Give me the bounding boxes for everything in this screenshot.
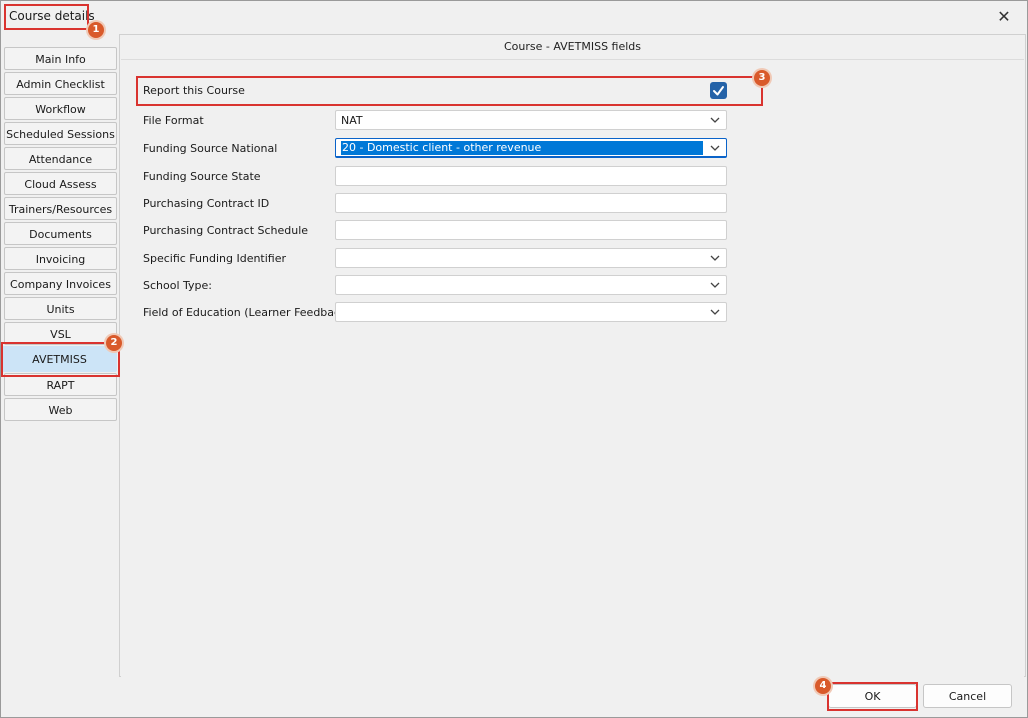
sidebar-item-main-info[interactable]: Main Info — [4, 47, 117, 70]
funding-source-national-value: 20 - Domestic client - other revenue — [342, 141, 542, 154]
sidebar-item-cloud-assess[interactable]: Cloud Assess — [4, 172, 117, 195]
file-format-dropdown[interactable]: NAT — [335, 110, 727, 130]
file-format-label: File Format — [143, 114, 204, 127]
sidebar-item-vsl[interactable]: VSL — [4, 322, 117, 345]
sidebar-item-units[interactable]: Units — [4, 297, 117, 320]
ok-button[interactable]: OK — [828, 684, 917, 708]
funding-source-state-label: Funding Source State — [143, 170, 261, 183]
sidebar-item-attendance[interactable]: Attendance — [4, 147, 117, 170]
cancel-button[interactable]: Cancel — [923, 684, 1012, 708]
file-format-value: NAT — [341, 114, 363, 127]
sidebar-item-admin-checklist[interactable]: Admin Checklist — [4, 72, 117, 95]
chevron-down-icon — [710, 282, 720, 288]
check-icon — [713, 86, 724, 96]
funding-source-national-label: Funding Source National — [143, 142, 278, 155]
funding-source-state-field[interactable] — [335, 166, 727, 186]
callout-badge-1: 1 — [88, 22, 104, 38]
report-course-label: Report this Course — [143, 84, 245, 97]
sidebar-item-scheduled-sessions[interactable]: Scheduled Sessions — [4, 122, 117, 145]
funding-source-national-dropdown[interactable]: 20 - Domestic client - other revenue — [335, 138, 727, 158]
specific-funding-identifier-dropdown[interactable] — [335, 248, 727, 268]
purchasing-contract-id-label: Purchasing Contract ID — [143, 197, 270, 210]
school-type-dropdown[interactable] — [335, 275, 727, 295]
callout-badge-3: 3 — [754, 70, 770, 86]
field-of-education-label: Field of Education (Learner Feedback) — [143, 306, 351, 319]
sidebar-item-trainers-resources[interactable]: Trainers/Resources — [4, 197, 117, 220]
sidebar-item-rapt[interactable]: RAPT — [4, 373, 117, 396]
specific-funding-identifier-label: Specific Funding Identifier — [143, 252, 287, 265]
sidebar-item-workflow[interactable]: Workflow — [4, 97, 117, 120]
school-type-label: School Type: — [143, 279, 212, 292]
panel-title: Course - AVETMISS fields — [503, 40, 642, 53]
purchasing-contract-schedule-field[interactable] — [335, 220, 727, 240]
sidebar-item-documents[interactable]: Documents — [4, 222, 117, 245]
course-details-window: Course details ✕ Main Info Admin Checkli… — [0, 0, 1028, 718]
chevron-down-icon — [710, 255, 720, 261]
close-icon[interactable]: ✕ — [994, 7, 1014, 27]
chevron-down-icon — [710, 309, 720, 315]
sidebar-item-avetmiss[interactable]: AVETMISS — [2, 346, 117, 372]
report-course-checkbox[interactable] — [710, 82, 727, 99]
avetmiss-panel: Course - AVETMISS fields — [119, 34, 1026, 677]
sidebar-item-web[interactable]: Web — [4, 398, 117, 421]
callout-badge-2: 2 — [106, 335, 122, 351]
field-of-education-dropdown[interactable] — [335, 302, 727, 322]
callout-badge-4: 4 — [815, 678, 831, 694]
chevron-down-icon — [710, 117, 720, 123]
purchasing-contract-schedule-label: Purchasing Contract Schedule — [143, 224, 309, 237]
chevron-down-icon — [710, 145, 720, 151]
purchasing-contract-id-field[interactable] — [335, 193, 727, 213]
sidebar-item-invoicing[interactable]: Invoicing — [4, 247, 117, 270]
window-title: Course details — [9, 9, 95, 23]
sidebar-item-company-invoices[interactable]: Company Invoices — [4, 272, 117, 295]
